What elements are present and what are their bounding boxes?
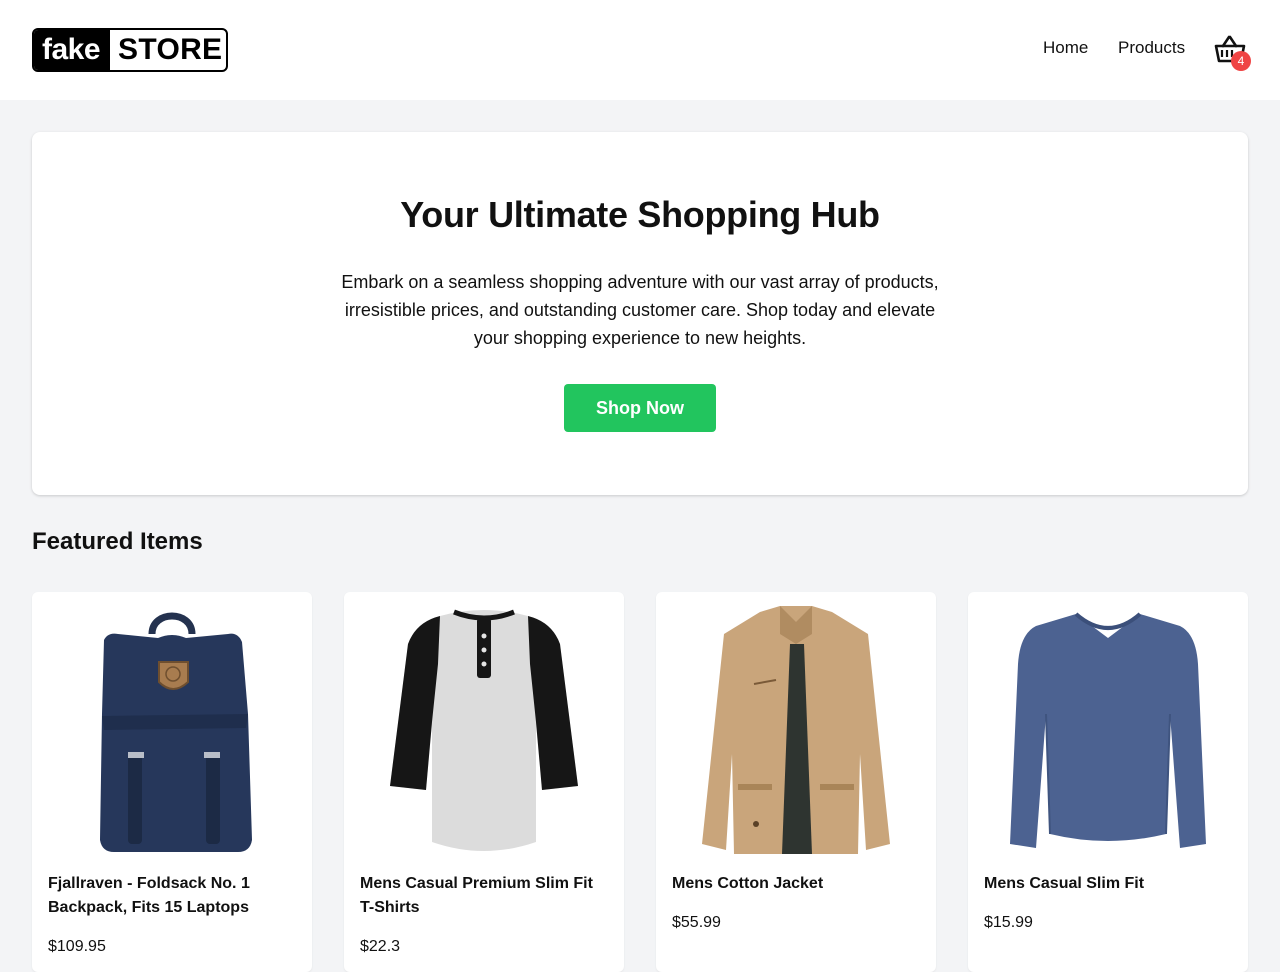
product-price: $109.95 [48,938,106,955]
logo-store-text: STORE [118,33,223,66]
product-title[interactable]: Fjallraven - Foldsack No. 1 Backpack, Fi… [48,872,298,920]
logo-fake-text: fake [34,30,111,70]
product-price: $55.99 [672,914,721,931]
product-card[interactable]: Fjallraven - Foldsack No. 1 Backpack, Fi… [32,592,312,972]
cart-button[interactable]: 4 [1214,34,1254,72]
product-image-shirt [390,609,578,851]
product-title[interactable]: Mens Casual Premium Slim Fit T-Shirts [360,872,610,920]
hero-description: Embark on a seamless shopping adventure … [341,272,939,348]
featured-items-heading: Featured Items [32,528,203,555]
product-price: $15.99 [984,914,1033,931]
product-image-backpack [100,612,252,852]
product-image-jacket [702,606,890,854]
store-logo[interactable]: fake STORE [32,28,228,72]
product-card[interactable]: Mens Cotton Jacket $55.99 [656,592,936,972]
site-header: fake STORE Home Products 4 [0,0,1280,100]
nav-products-link[interactable]: Products [1118,38,1185,58]
product-card[interactable]: Mens Casual Slim Fit $15.99 [968,592,1248,972]
hero-title: Your Ultimate Shopping Hub [400,194,880,235]
product-price: $22.3 [360,938,401,955]
hero-banner: Your Ultimate Shopping Hub Embark on a s… [32,132,1248,495]
product-title[interactable]: Mens Casual Slim Fit [984,872,1234,896]
product-title[interactable]: Mens Cotton Jacket [672,872,922,896]
cart-count-badge: 4 [1231,51,1251,71]
nav-home-link[interactable]: Home [1043,38,1088,58]
product-card[interactable]: Mens Casual Premium Slim Fit T-Shirts $2… [344,592,624,972]
shop-now-button[interactable]: Shop Now [564,384,716,432]
product-image-long-sleeve [1010,612,1206,848]
